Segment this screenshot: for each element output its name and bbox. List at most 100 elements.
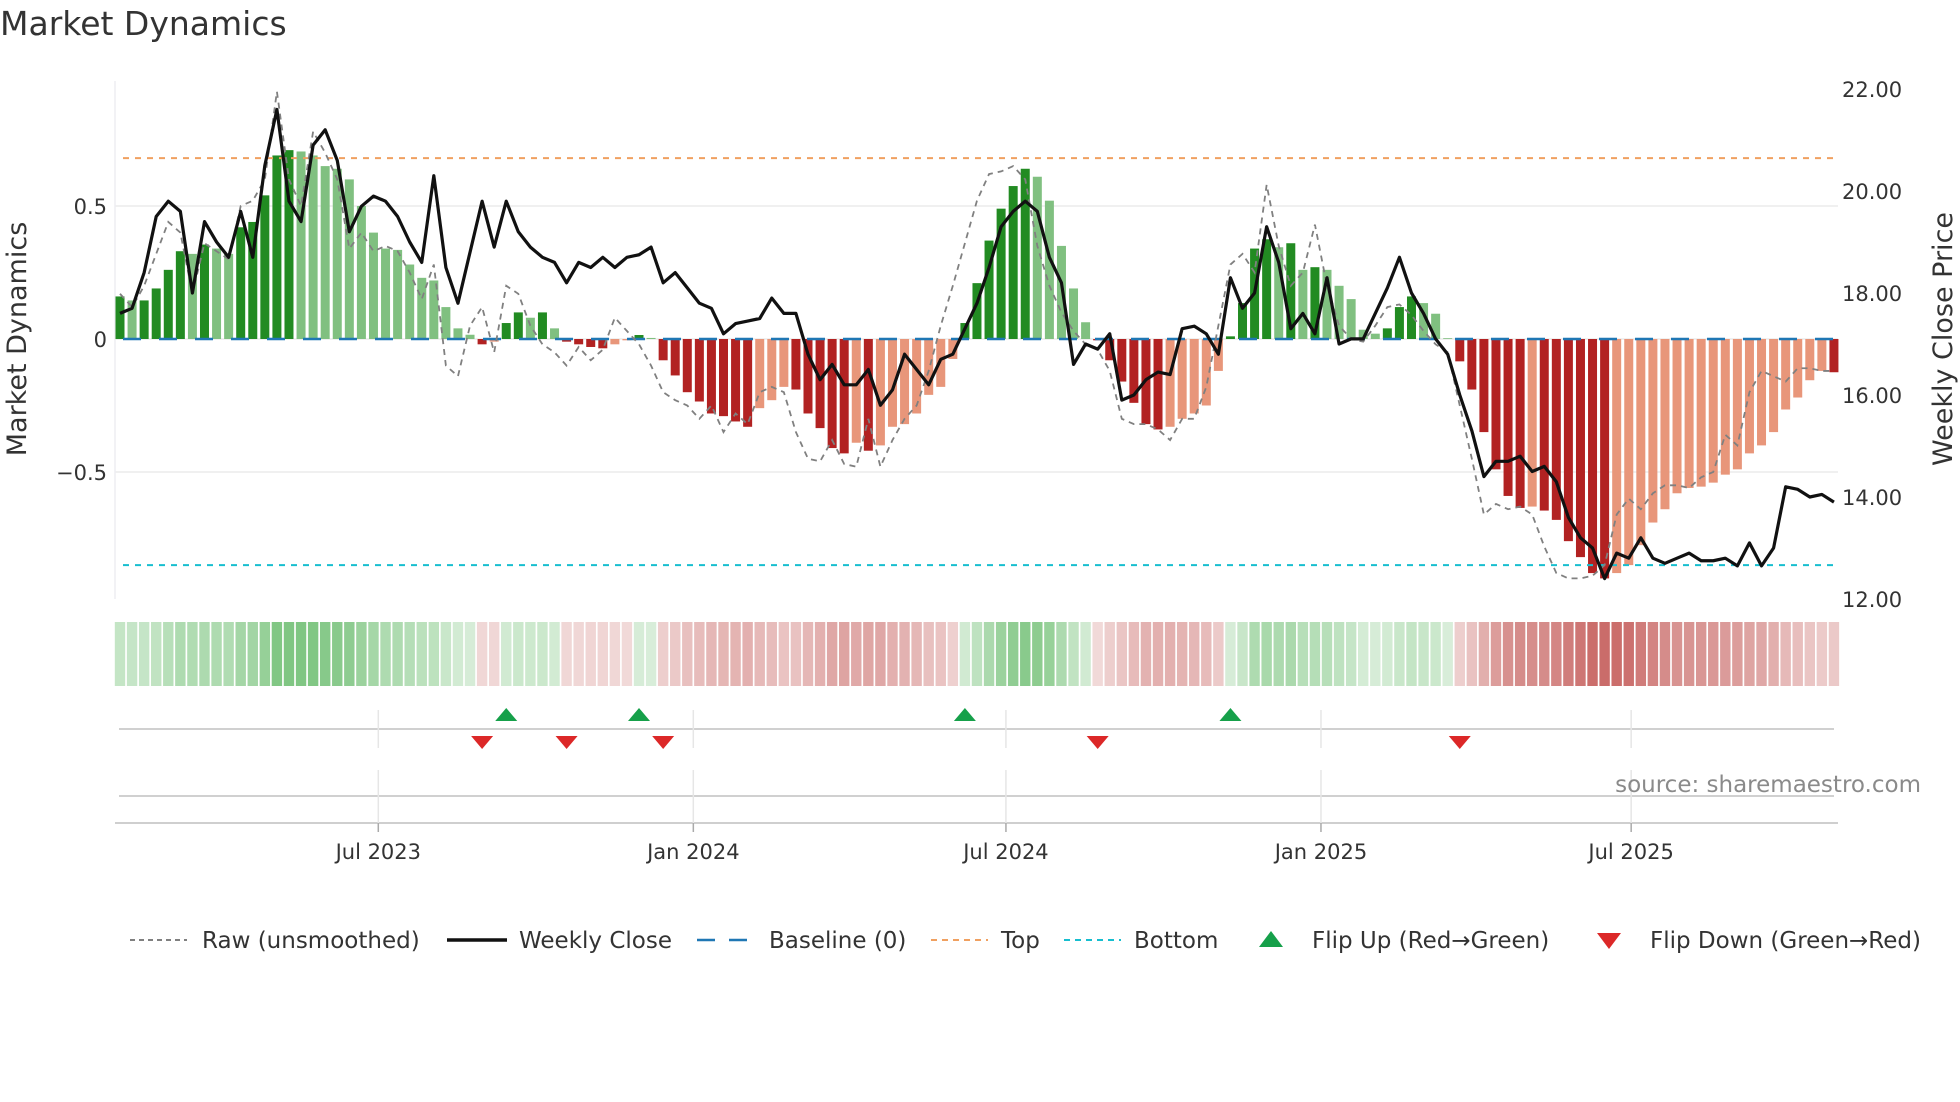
dynamics-bar: [1479, 339, 1489, 433]
heat-strip-cell: [1128, 622, 1140, 686]
flip-up-marker: [495, 708, 518, 721]
heat-strip-cell: [561, 622, 572, 686]
heat-strip-cell: [283, 622, 295, 686]
y-axis-label: Market Dynamics: [2, 222, 33, 457]
dynamics-bar: [1503, 339, 1513, 496]
dynamics-bar: [417, 277, 427, 339]
heat-strip-cell: [452, 622, 464, 686]
dynamics-bar: [1829, 339, 1839, 373]
heat-strip-cell: [1007, 622, 1019, 686]
heat-strip-cell: [778, 622, 790, 686]
heat-strip-cell: [1370, 622, 1381, 686]
heat-strip-cell: [682, 622, 693, 686]
heat-strip-cell: [887, 622, 898, 686]
dynamics-bar: [574, 339, 584, 345]
heat-strip-cell: [1261, 622, 1272, 686]
heat-strip-cell: [1526, 622, 1538, 686]
y-tick-label: 0.5: [74, 195, 107, 219]
dynamics-bar: [1189, 339, 1199, 414]
source-label: source: sharemaestro.com: [1615, 772, 1921, 798]
heat-strip-cell: [1104, 622, 1115, 686]
market-dynamics-chart: 0.5 0 −0.5 22.00 20.00 18.00 16.00 14.00 12.00 Ju…: [2, 78, 1959, 954]
flip-down-marker: [1448, 736, 1471, 749]
dynamics-bar: [755, 339, 765, 409]
y2-tick-label: 18.00: [1842, 282, 1902, 306]
dynamics-bar: [260, 195, 270, 339]
heat-strip-cell: [1321, 622, 1333, 686]
y2-tick-label: 12.00: [1842, 588, 1902, 612]
dynamics-bar: [381, 248, 391, 339]
heat-strip-cell: [211, 622, 222, 686]
heat-strip-cell: [476, 622, 488, 686]
heat-strip-cell: [935, 622, 946, 686]
heat-strip-cell: [488, 622, 500, 686]
heat-strip-cell: [875, 622, 886, 686]
y2-tick-label: 22.00: [1842, 78, 1902, 102]
heat-strip-cell: [1044, 622, 1055, 686]
heat-strip-cell: [1804, 622, 1815, 686]
heat-strip-cell: [1309, 622, 1321, 686]
heat-strip-cell: [863, 622, 874, 686]
flip-down-marker: [1086, 736, 1109, 749]
dynamics-bar: [1370, 333, 1380, 339]
dynamics-bar: [1648, 339, 1658, 523]
dynamics-bar: [839, 339, 849, 454]
heat-strip-cell: [1695, 622, 1707, 686]
flip-up-marker: [628, 708, 651, 721]
dynamics-bar: [900, 339, 910, 425]
dynamics-bar: [1636, 339, 1646, 546]
heat-strip-cell: [319, 622, 331, 686]
legend-label: Top: [1000, 928, 1040, 954]
heat-strip-cell: [1358, 622, 1369, 686]
legend-label: Weekly Close: [519, 928, 672, 954]
heat-strip-cell: [199, 622, 210, 686]
dynamics-bar: [1757, 339, 1767, 446]
dynamics-bar: [1720, 339, 1730, 475]
dynamics-bar: [441, 307, 451, 339]
legend-item-baseline: Baseline (0): [697, 928, 906, 954]
dynamics-bar: [1491, 339, 1501, 470]
x-tick-label: Jul 2023: [334, 840, 421, 864]
legend-item-top: Top: [931, 928, 1040, 954]
heat-strip-cell: [839, 622, 850, 686]
x-tick-label: Jan 2024: [645, 840, 740, 864]
dynamics-bar: [1732, 339, 1742, 470]
heat-strip-cell: [114, 622, 126, 686]
heat-strip-cell: [151, 622, 162, 686]
dynamics-bar: [1044, 200, 1054, 339]
dynamics-bar: [332, 168, 342, 339]
dynamics-bar: [368, 232, 378, 339]
heat-strip-cell: [295, 622, 307, 686]
dynamics-bar: [1069, 288, 1079, 339]
heat-strip-cell: [814, 622, 826, 686]
flip-up-marker: [953, 708, 976, 721]
dynamics-bar: [658, 339, 668, 361]
heat-strip-cell: [464, 622, 476, 686]
dynamics-bar: [501, 323, 511, 339]
dynamics-bar: [320, 166, 330, 339]
y2-tick-label: 20.00: [1842, 180, 1902, 204]
dynamics-bar: [1165, 339, 1175, 427]
dynamics-bar: [513, 312, 523, 339]
dynamics-bar: [912, 339, 922, 414]
heat-strip-cell: [1345, 622, 1357, 686]
heat-strip-cell: [1164, 622, 1176, 686]
heat-strip-cell: [1020, 622, 1031, 686]
heat-strip-cell: [1792, 622, 1803, 686]
heat-strip-cell: [1394, 622, 1405, 686]
dynamics-bar: [537, 312, 547, 339]
dynamics-bar: [1443, 338, 1453, 339]
heat-strip-cell: [1068, 622, 1079, 686]
dynamics-bar: [1672, 339, 1682, 494]
dynamics-bar: [1081, 322, 1091, 339]
dynamics-bar: [1660, 339, 1670, 510]
heat-strip-cell: [1273, 622, 1284, 686]
heat-strip-cell: [609, 622, 621, 686]
legend: Raw (unsmoothed) Weekly Close Baseline (0)…: [130, 928, 1921, 954]
heat-strip-cell: [332, 622, 343, 686]
x-tick-label: Jul 2025: [1586, 840, 1673, 864]
heat-strip-cell: [959, 622, 971, 686]
dynamics-bar: [175, 251, 185, 339]
dynamics-bar: [1346, 299, 1356, 339]
heat-strip-cell: [1514, 622, 1526, 686]
